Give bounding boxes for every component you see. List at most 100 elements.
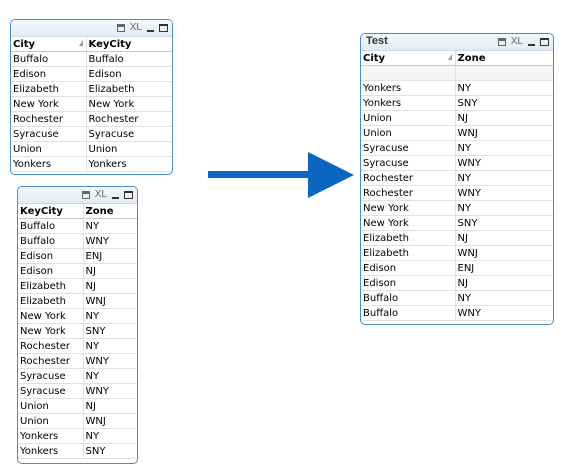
table-cell[interactable]: Syracuse bbox=[86, 126, 172, 142]
search-cell[interactable] bbox=[361, 65, 456, 81]
table-cell[interactable]: Rochester bbox=[361, 185, 456, 201]
table-cell[interactable]: Edison bbox=[18, 248, 84, 264]
minimize-icon[interactable] bbox=[147, 29, 154, 32]
table-cell[interactable]: Buffalo bbox=[18, 218, 84, 234]
table-row[interactable]: Elizabeth Elizabeth bbox=[11, 81, 172, 97]
table-cell[interactable]: NJ bbox=[455, 230, 553, 246]
table-cell[interactable]: Rochester bbox=[18, 338, 84, 354]
table-row[interactable]: Edison NJ bbox=[18, 263, 137, 279]
table-row[interactable]: Yonkers Yonkers bbox=[11, 156, 172, 172]
table-cell[interactable]: Syracuse bbox=[18, 368, 84, 384]
table-cell[interactable]: Elizabeth bbox=[361, 230, 456, 246]
table-row[interactable]: Rochester WNY bbox=[18, 353, 137, 369]
table-cell[interactable]: Yonkers bbox=[11, 156, 87, 172]
table-row[interactable]: New York SNY bbox=[18, 323, 137, 339]
table-cell[interactable]: Union bbox=[361, 125, 456, 141]
table-cell[interactable]: WNJ bbox=[455, 245, 553, 261]
table-cell[interactable]: Edison bbox=[361, 275, 456, 291]
table-row[interactable]: Union NJ bbox=[18, 398, 137, 414]
table-cell[interactable]: Yonkers bbox=[86, 156, 172, 172]
table-row[interactable]: New York NY bbox=[18, 308, 137, 324]
table-cell[interactable]: Elizabeth bbox=[361, 245, 456, 261]
table-row[interactable]: Edison Edison bbox=[11, 66, 172, 82]
table-cell[interactable]: Elizabeth bbox=[18, 278, 84, 294]
print-icon[interactable] bbox=[497, 37, 506, 46]
table-cell[interactable]: Rochester bbox=[86, 111, 172, 127]
table-cell[interactable]: NY bbox=[455, 170, 553, 186]
table-cell[interactable]: WNY bbox=[455, 305, 553, 321]
table-row[interactable]: Buffalo WNY bbox=[361, 305, 553, 321]
table-cell[interactable]: Edison bbox=[361, 260, 456, 276]
table-row[interactable]: Union Union bbox=[11, 141, 172, 157]
table-row[interactable]: Rochester NY bbox=[18, 338, 137, 354]
table-row[interactable]: Buffalo NY bbox=[18, 218, 137, 234]
table-row[interactable]: Yonkers SNY bbox=[18, 443, 137, 459]
table-row[interactable]: Elizabeth WNJ bbox=[361, 245, 553, 261]
table-cell[interactable]: Buffalo bbox=[361, 290, 456, 306]
table-cell[interactable]: WNJ bbox=[83, 413, 137, 429]
table-cell[interactable]: Yonkers bbox=[361, 95, 456, 111]
minimize-icon[interactable] bbox=[528, 43, 535, 46]
column-header-city[interactable]: City bbox=[11, 37, 87, 52]
table-cell[interactable]: NY bbox=[455, 80, 553, 96]
table-cell[interactable]: WNJ bbox=[83, 293, 137, 309]
table-row[interactable]: Buffalo NY bbox=[361, 290, 553, 306]
table-cell[interactable]: NY bbox=[455, 140, 553, 156]
table-cell[interactable]: Union bbox=[11, 141, 87, 157]
table-cell[interactable]: ENJ bbox=[455, 260, 553, 276]
table-cell[interactable]: Rochester bbox=[11, 111, 87, 127]
table-cell[interactable]: NJ bbox=[455, 110, 553, 126]
xl-export-icon[interactable]: XL bbox=[95, 189, 107, 200]
table-row[interactable]: Yonkers NY bbox=[18, 428, 137, 444]
table-cell[interactable]: SNY bbox=[455, 95, 553, 111]
table-cell[interactable]: Buffalo bbox=[86, 51, 172, 67]
table-cell[interactable]: Buffalo bbox=[361, 305, 456, 321]
table-cell[interactable]: Syracuse bbox=[11, 126, 87, 142]
table-row[interactable]: Elizabeth NJ bbox=[361, 230, 553, 246]
table-cell[interactable]: New York bbox=[11, 96, 87, 112]
table-cell[interactable]: Syracuse bbox=[18, 383, 84, 399]
print-icon[interactable] bbox=[81, 190, 90, 199]
table-cell[interactable]: NJ bbox=[83, 278, 137, 294]
table-cell[interactable]: WNY bbox=[83, 383, 137, 399]
table-row[interactable]: Rochester Rochester bbox=[11, 111, 172, 127]
table-row[interactable]: Union WNJ bbox=[18, 413, 137, 429]
table-cell[interactable]: New York bbox=[18, 323, 84, 339]
search-cell[interactable] bbox=[455, 65, 553, 81]
table-cell[interactable]: NY bbox=[83, 368, 137, 384]
table-row[interactable]: Syracuse Syracuse bbox=[11, 126, 172, 142]
maximize-icon[interactable] bbox=[159, 23, 168, 32]
minimize-icon[interactable] bbox=[112, 196, 119, 199]
table-cell[interactable]: SNY bbox=[83, 323, 137, 339]
table-cell[interactable]: WNY bbox=[83, 353, 137, 369]
table-cell[interactable]: NY bbox=[83, 308, 137, 324]
table-cell[interactable]: Buffalo bbox=[11, 51, 87, 67]
table-row[interactable]: New York NY bbox=[361, 200, 553, 216]
table-cell[interactable]: Syracuse bbox=[361, 140, 456, 156]
table-row[interactable]: Union NJ bbox=[361, 110, 553, 126]
table-cell[interactable]: New York bbox=[86, 96, 172, 112]
table-cell[interactable]: Yonkers bbox=[361, 80, 456, 96]
table-row[interactable]: Union WNJ bbox=[361, 125, 553, 141]
table-cell[interactable]: WNJ bbox=[455, 125, 553, 141]
table-row[interactable]: Edison ENJ bbox=[361, 260, 553, 276]
column-header-zone[interactable]: Zone bbox=[83, 204, 137, 219]
table-cell[interactable]: Rochester bbox=[361, 170, 456, 186]
table-cell[interactable]: Yonkers bbox=[18, 428, 84, 444]
table-row[interactable]: Syracuse WNY bbox=[361, 155, 553, 171]
table-row[interactable]: Edison NJ bbox=[361, 275, 553, 291]
table-cell[interactable]: New York bbox=[361, 215, 456, 231]
table-cell[interactable]: Edison bbox=[11, 66, 87, 82]
table-cell[interactable]: New York bbox=[361, 200, 456, 216]
table-cell[interactable]: SNY bbox=[455, 215, 553, 231]
table-row[interactable]: Syracuse NY bbox=[18, 368, 137, 384]
table-cell[interactable]: NY bbox=[83, 218, 137, 234]
table-cell[interactable]: WNY bbox=[83, 233, 137, 249]
table-cell[interactable]: New York bbox=[18, 308, 84, 324]
table-row[interactable]: Buffalo Buffalo bbox=[11, 51, 172, 67]
table-row[interactable]: Buffalo WNY bbox=[18, 233, 137, 249]
table-row[interactable]: Syracuse NY bbox=[361, 140, 553, 156]
table-row[interactable]: Yonkers NY bbox=[361, 80, 553, 96]
table-row[interactable]: Rochester WNY bbox=[361, 185, 553, 201]
xl-export-icon[interactable]: XL bbox=[130, 22, 142, 33]
